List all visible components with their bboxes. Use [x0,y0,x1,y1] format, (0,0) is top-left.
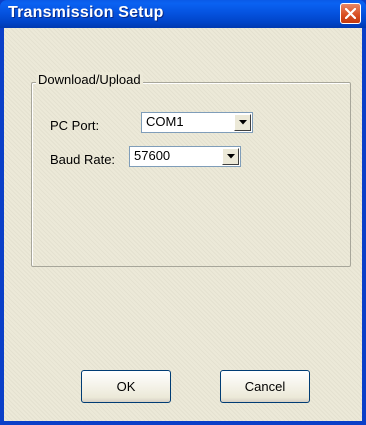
baud-rate-label: Baud Rate: [50,152,116,167]
title-bar[interactable]: Transmission Setup [0,0,366,28]
pc-port-dropdown-button[interactable] [234,114,251,131]
chevron-down-icon [227,154,235,159]
window-title: Transmission Setup [8,4,164,21]
close-icon [345,8,356,19]
pc-port-label: PC Port: [50,118,100,133]
download-upload-group [31,82,351,267]
close-button[interactable] [340,3,361,24]
cancel-button[interactable]: Cancel [220,370,310,403]
baud-rate-value: 57600 [134,148,171,163]
baud-rate-dropdown-button[interactable] [222,148,239,165]
ok-button[interactable]: OK [81,370,171,403]
dialog-window: Transmission Setup Download/Upload PC Po… [0,0,366,425]
pc-port-select[interactable]: COM1 [141,112,253,133]
baud-rate-select[interactable]: 57600 [129,146,241,167]
chevron-down-icon [239,120,247,125]
pc-port-value: COM1 [146,114,184,129]
group-legend: Download/Upload [36,72,143,87]
